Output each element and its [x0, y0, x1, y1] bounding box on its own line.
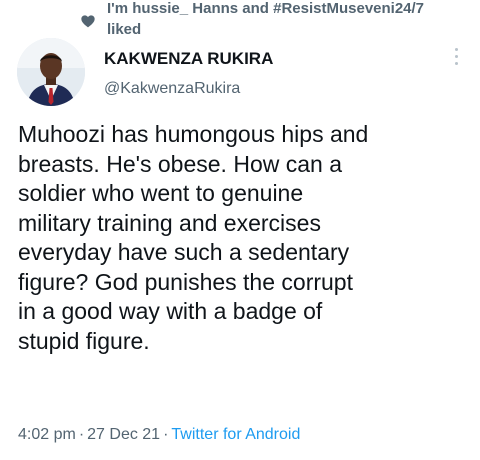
more-icon[interactable] — [452, 48, 460, 74]
tweet-text-line: breasts. He's obese. How can a — [18, 150, 342, 177]
meta-separator: · — [78, 426, 85, 443]
tweet-text: Muhoozi has humongous hips and breasts. … — [18, 120, 468, 356]
author-handle[interactable]: @KakwenzaRukira — [104, 78, 240, 100]
social-context-line-1[interactable]: I'm hussie_ Hanns and #ResistMuseveni24/… — [107, 0, 424, 17]
tweet-text-line: soldier who went to genuine — [18, 180, 304, 206]
author-name[interactable]: KAKWENZA RUKIRA — [104, 48, 273, 70]
tweet-meta: 4:02 pm · 27 Dec 21 · Twitter for Android — [18, 425, 300, 445]
tweet-text-line: Muhoozi has humongous hips and — [18, 121, 369, 147]
tweet-header: KAKWENZA RUKIRA @KakwenzaRukira — [0, 36, 480, 116]
tweet-text-line: in a good way with a badge of — [18, 298, 323, 324]
meta-separator: · — [163, 426, 169, 443]
tweet-text-line: everyday have such a sedentary — [18, 239, 350, 265]
tweet-date[interactable]: 27 Dec 21 — [87, 426, 160, 443]
social-context-text[interactable]: I'm hussie_ Hanns and #ResistMuseveni24/… — [107, 0, 475, 40]
tweet-text-line: figure? God punishes the corrupt — [18, 268, 353, 295]
tweet-text-line: military training and exercises — [18, 209, 321, 236]
heart-icon — [81, 15, 95, 28]
avatar[interactable] — [17, 38, 85, 106]
tweet-source-link[interactable]: Twitter for Android — [171, 426, 300, 443]
tweet-text-line: stupid figure. — [18, 327, 150, 354]
tweet-time[interactable]: 4:02 pm — [18, 426, 76, 443]
